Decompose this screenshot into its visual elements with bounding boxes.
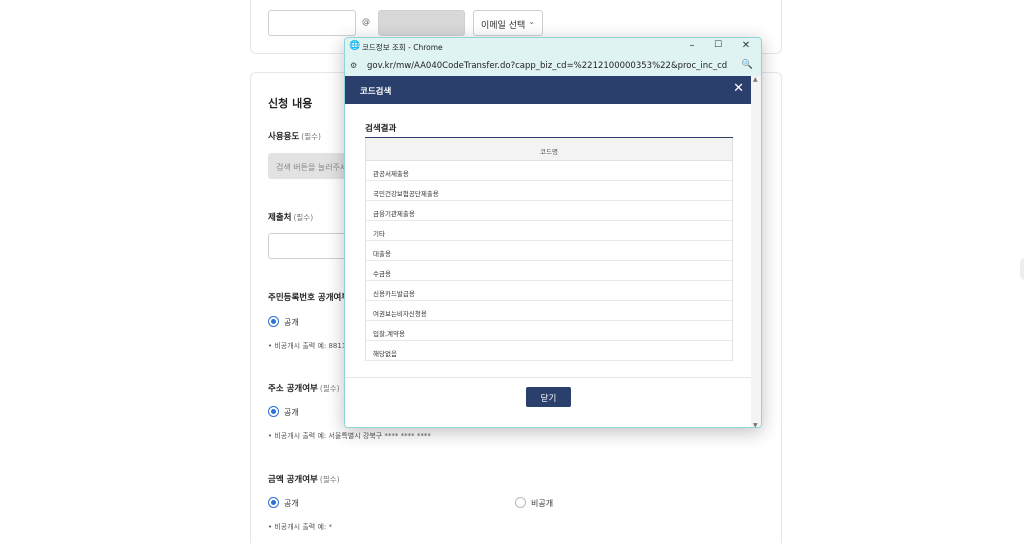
- address-public-radio-label: 공개: [284, 408, 299, 417]
- table-row[interactable]: 수금용: [366, 261, 732, 281]
- window-title: 코드정보 조회 - Chrome: [362, 43, 443, 52]
- close-icon[interactable]: ✕: [733, 81, 744, 96]
- modal-title: 코드검색: [360, 87, 392, 97]
- code-lookup-popup-window: 🌐 코드정보 조회 - Chrome – ☐ ✕ ⚙ gov.kr/mw/AA0…: [344, 37, 762, 428]
- popup-scrollbar[interactable]: ▲ ▼: [751, 76, 761, 427]
- amount-public-radio-label: 공개: [284, 499, 299, 508]
- table-row[interactable]: 해당없음: [366, 341, 732, 361]
- result-table: 코드명 관공서제출용 국민건강보험공단제출용 금융기관제출용 기타 대출용 수금…: [365, 138, 733, 361]
- side-handle: [1020, 258, 1024, 280]
- email-select-label: 이메일 선택: [481, 21, 526, 31]
- site-info-icon[interactable]: ⚙: [350, 61, 357, 70]
- url-bar[interactable]: ⚙ gov.kr/mw/AA040CodeTransfer.do?capp_bi…: [345, 56, 761, 76]
- chevron-down-icon: ⌄: [528, 17, 535, 26]
- email-id-input[interactable]: [268, 10, 356, 36]
- footer-divider: [345, 377, 753, 378]
- amount-private-radio-label: 비공개: [531, 499, 554, 508]
- email-at-sign: @: [362, 17, 370, 26]
- popup-content: 코드검색 ✕ 검색결과 코드명 관공서제출용 국민건강보험공단제출용 금융기관제…: [345, 76, 753, 427]
- rrn-public-radio-label: 공개: [284, 318, 299, 327]
- address-public-radio[interactable]: [268, 406, 279, 417]
- column-header-code-name: 코드명: [366, 138, 732, 161]
- address-hint: • 비공개시 출력 예: 서울특별시 강북구 **** **** ****: [268, 432, 431, 440]
- table-row[interactable]: 대출용: [366, 241, 732, 261]
- submit-to-label: 제출처 (필수): [268, 213, 314, 223]
- table-row[interactable]: 입찰,계약용: [366, 321, 732, 341]
- url-text: gov.kr/mw/AA040CodeTransfer.do?capp_biz_…: [367, 61, 727, 71]
- table-row[interactable]: 여권보는비자신청용: [366, 301, 732, 321]
- table-row[interactable]: 금융기관제출용: [366, 201, 732, 221]
- address-public-label: 주소 공개여부 (필수): [268, 384, 340, 394]
- table-row[interactable]: 관공서제출용: [366, 161, 732, 181]
- table-row[interactable]: 국민건강보험공단제출용: [366, 181, 732, 201]
- close-window-icon[interactable]: ✕: [739, 40, 753, 51]
- maximize-icon[interactable]: ☐: [711, 40, 725, 50]
- result-title: 검색결과: [365, 124, 397, 134]
- section-title: 신청 내용: [268, 97, 313, 110]
- window-titlebar[interactable]: 🌐 코드정보 조회 - Chrome – ☐ ✕: [345, 38, 761, 56]
- rrn-hint: • 비공개시 출력 예: 8811: [268, 342, 344, 350]
- table-row[interactable]: 기타: [366, 221, 732, 241]
- rrn-public-label: 주민등록번호 공개여부: [268, 293, 350, 303]
- amount-private-radio[interactable]: [515, 497, 526, 508]
- globe-icon: 🌐: [349, 41, 361, 51]
- email-domain-input[interactable]: [378, 10, 465, 36]
- amount-public-radio[interactable]: [268, 497, 279, 508]
- modal-header: 코드검색 ✕: [345, 76, 753, 104]
- minimize-icon[interactable]: –: [685, 40, 699, 51]
- zoom-icon[interactable]: 🔍: [742, 60, 753, 70]
- scroll-up-icon[interactable]: ▲: [753, 76, 758, 83]
- table-row[interactable]: 신용카드발급용: [366, 281, 732, 301]
- usage-label: 사용용도 (필수): [268, 132, 321, 142]
- email-domain-select[interactable]: 이메일 선택 ⌄: [473, 10, 543, 36]
- scroll-down-icon[interactable]: ▼: [753, 422, 758, 427]
- close-button[interactable]: 닫기: [526, 387, 571, 407]
- amount-hint: • 비공개시 출력 예: *: [268, 523, 332, 531]
- rrn-public-radio[interactable]: [268, 316, 279, 327]
- amount-public-label: 금액 공개여부 (필수): [268, 475, 340, 485]
